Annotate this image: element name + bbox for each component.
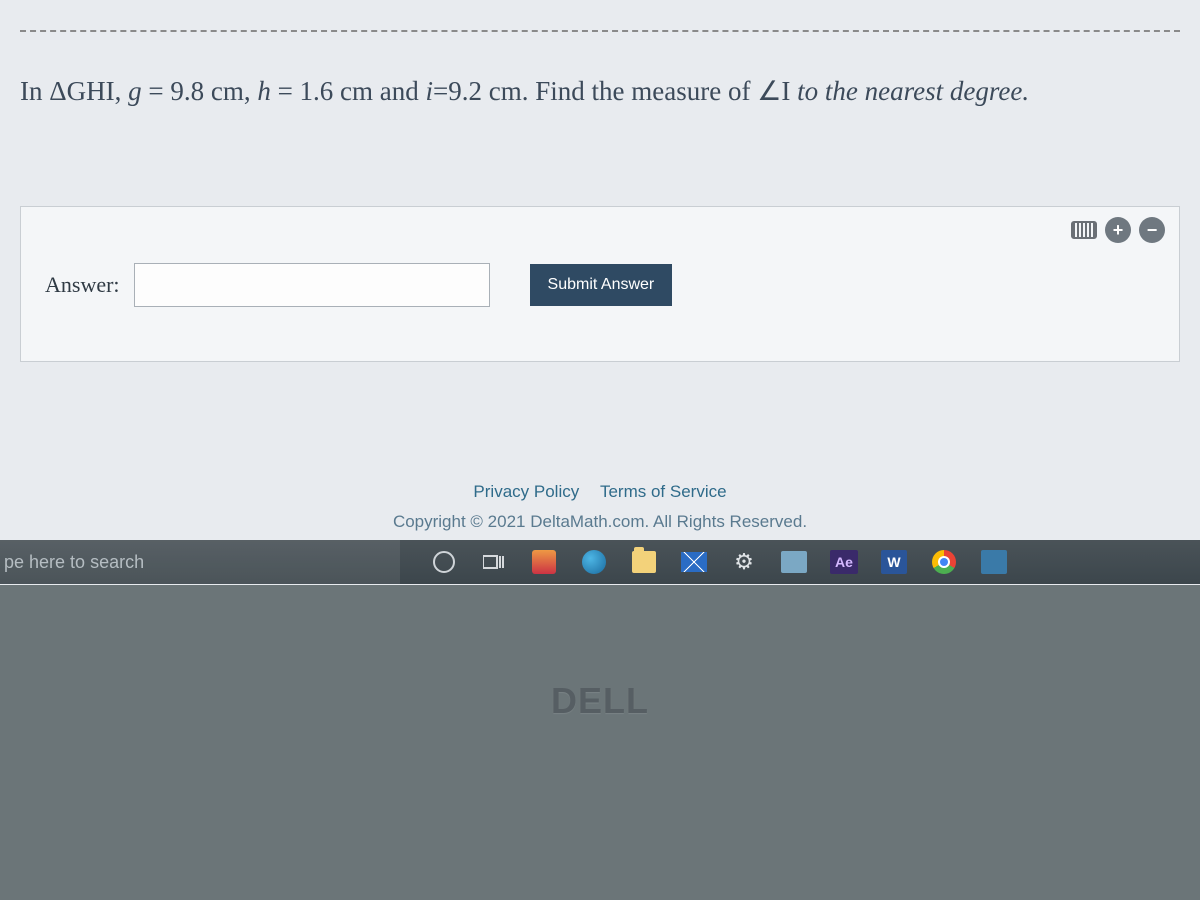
answer-row: Answer: Submit Answer: [45, 263, 672, 307]
var-h: h: [257, 76, 271, 106]
var-i: i: [426, 76, 434, 106]
copyright-text: Copyright © 2021 DeltaMath.com. All Righ…: [0, 512, 1200, 532]
dell-logo: DELL: [0, 680, 1200, 722]
task-view-icon[interactable]: [480, 548, 508, 576]
chrome-icon[interactable]: [930, 548, 958, 576]
word-icon[interactable]: W: [880, 548, 908, 576]
angle-i: ∠I: [757, 76, 790, 106]
zoom-out-icon[interactable]: −: [1139, 217, 1165, 243]
zoom-in-icon[interactable]: +: [1105, 217, 1131, 243]
eq-h: = 1.6 cm and: [271, 76, 426, 106]
microsoft-store-icon[interactable]: [530, 548, 558, 576]
file-explorer-icon[interactable]: [630, 548, 658, 576]
tail-italic: to the nearest degree.: [790, 76, 1029, 106]
answer-toolbar: + −: [1071, 217, 1165, 243]
question-text: In ΔGHI, g = 9.8 cm, h = 1.6 cm and i=9.…: [20, 70, 1180, 113]
windows-taskbar: pe here to search ⚙ Ae W: [0, 540, 1200, 584]
mail-icon[interactable]: [680, 548, 708, 576]
separator-line: [20, 30, 1180, 32]
photos-icon[interactable]: [980, 548, 1008, 576]
after-effects-icon[interactable]: Ae: [830, 548, 858, 576]
eq-i: =9.2 cm. Find the measure of: [433, 76, 757, 106]
var-g: g: [128, 76, 142, 106]
edge-browser-icon[interactable]: [580, 548, 608, 576]
answer-input[interactable]: [134, 263, 490, 307]
answer-label: Answer:: [45, 272, 134, 298]
question-prefix: In: [20, 76, 49, 106]
cortana-icon[interactable]: [430, 548, 458, 576]
taskbar-icons: ⚙ Ae W: [430, 548, 1008, 576]
terms-of-service-link[interactable]: Terms of Service: [600, 482, 727, 501]
screen-content: In ΔGHI, g = 9.8 cm, h = 1.6 cm and i=9.…: [0, 0, 1200, 585]
footer-links: Privacy Policy Terms of Service: [0, 482, 1200, 502]
privacy-policy-link[interactable]: Privacy Policy: [473, 482, 579, 501]
settings-icon[interactable]: ⚙: [730, 548, 758, 576]
search-placeholder: pe here to search: [4, 552, 144, 573]
triangle-name: ΔGHI,: [49, 76, 128, 106]
generic-app-icon[interactable]: [780, 548, 808, 576]
keyboard-icon[interactable]: [1071, 221, 1097, 239]
submit-answer-button[interactable]: Submit Answer: [530, 264, 673, 306]
answer-container: + − Answer: Submit Answer: [20, 206, 1180, 362]
eq-g: = 9.8 cm,: [142, 76, 258, 106]
taskbar-search[interactable]: pe here to search: [0, 540, 400, 584]
